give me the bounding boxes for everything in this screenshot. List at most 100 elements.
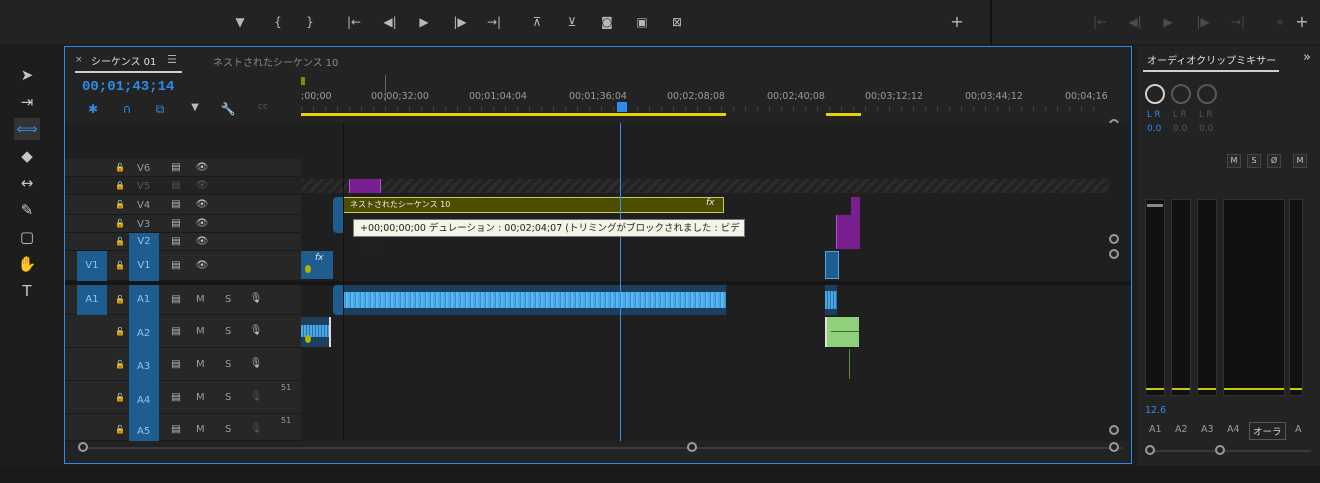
sync-lock-icon[interactable]: ▤ bbox=[169, 424, 183, 436]
eye-icon[interactable]: 👁 bbox=[195, 260, 209, 272]
solo-button[interactable]: S bbox=[225, 392, 231, 403]
audio-clip[interactable] bbox=[343, 285, 726, 315]
fader-level-value[interactable]: 12.6 bbox=[1145, 405, 1166, 416]
microphone-icon[interactable]: 🎙 bbox=[249, 358, 263, 370]
sync-lock-icon[interactable]: ▤ bbox=[169, 218, 183, 230]
sync-lock-icon[interactable]: ▤ bbox=[169, 180, 183, 192]
close-tab-icon[interactable]: × bbox=[75, 55, 83, 65]
solo-button[interactable]: S bbox=[225, 294, 231, 305]
mark-out-icon[interactable]: } bbox=[300, 12, 320, 32]
source-play-icon[interactable]: ▶ bbox=[1158, 12, 1178, 32]
source-step-back-icon[interactable]: ◀| bbox=[1125, 12, 1145, 32]
mute-button[interactable]: M bbox=[1227, 154, 1241, 168]
hand-tool-icon[interactable]: ✋ bbox=[14, 253, 40, 275]
razor-tool-icon[interactable]: ◆ bbox=[14, 145, 40, 167]
add-button[interactable]: + bbox=[947, 12, 967, 32]
proxy-toggle-icon[interactable]: ⊠ bbox=[667, 12, 687, 32]
snap-icon[interactable]: ∩ bbox=[119, 102, 135, 116]
mixer-scrollbar[interactable] bbox=[1151, 450, 1311, 452]
mute-button[interactable]: M bbox=[1293, 154, 1307, 168]
source-patch-v1[interactable]: V1 bbox=[77, 251, 107, 281]
pan-value[interactable]: 0.0 bbox=[1147, 124, 1161, 134]
audio-clip[interactable] bbox=[301, 317, 331, 347]
solo-button[interactable]: S bbox=[225, 359, 231, 370]
target-v2[interactable]: V2 bbox=[129, 233, 159, 251]
v1-clip[interactable]: fx bbox=[301, 251, 333, 279]
step-back-icon[interactable]: ◀| bbox=[380, 12, 400, 32]
captions-icon[interactable]: cc bbox=[255, 102, 271, 112]
trim-handle[interactable] bbox=[333, 197, 343, 233]
mixer-scroll-end[interactable] bbox=[1215, 445, 1225, 455]
add-marker-icon[interactable]: ▼ bbox=[187, 102, 203, 113]
eye-icon[interactable]: 👁 bbox=[195, 236, 209, 248]
pan-value[interactable]: 0.0 bbox=[1173, 124, 1187, 134]
mute-button[interactable]: M bbox=[196, 392, 205, 403]
eye-icon[interactable]: 👁 bbox=[195, 218, 209, 230]
target-v1[interactable]: V1 bbox=[129, 251, 159, 281]
solo-button[interactable]: S bbox=[225, 326, 231, 337]
microphone-icon[interactable]: 🎙 bbox=[249, 423, 263, 435]
sync-lock-icon[interactable]: ▤ bbox=[169, 326, 183, 338]
lock-icon[interactable]: 🔒 bbox=[115, 181, 125, 191]
fader-a5[interactable] bbox=[1289, 199, 1303, 396]
add-marker-icon[interactable]: ▼ bbox=[230, 12, 250, 32]
tab-nested-sequence-10[interactable]: ネストされたシーケンス 10 bbox=[213, 54, 338, 69]
audio-scroll-handle-bottom[interactable] bbox=[1109, 425, 1119, 435]
mute-button[interactable]: M bbox=[196, 359, 205, 370]
source-go-to-in-icon[interactable]: |← bbox=[1090, 12, 1110, 32]
source-more-button[interactable]: » bbox=[1270, 12, 1290, 32]
source-patch-a1[interactable]: A1 bbox=[77, 285, 107, 315]
mute-button[interactable]: M bbox=[196, 294, 205, 305]
fader-a3[interactable] bbox=[1197, 199, 1217, 396]
lock-icon[interactable]: 🔓 bbox=[115, 360, 125, 370]
pan-knob-a3[interactable] bbox=[1197, 84, 1217, 104]
go-to-out-icon[interactable]: →| bbox=[484, 12, 504, 32]
horizontal-scroll-end[interactable] bbox=[687, 442, 697, 452]
playhead-line[interactable] bbox=[620, 123, 621, 441]
sync-lock-icon[interactable]: ▤ bbox=[169, 260, 183, 272]
horizontal-scroll-right[interactable] bbox=[1109, 442, 1119, 452]
lock-icon[interactable]: 🔓 bbox=[115, 327, 125, 337]
source-add-button[interactable]: + bbox=[1292, 12, 1312, 32]
playhead-handle[interactable] bbox=[617, 102, 627, 112]
timeline-settings-icon[interactable]: 🔧 bbox=[220, 102, 236, 116]
audio-clip[interactable] bbox=[825, 285, 837, 315]
ripple-edit-tool-icon[interactable]: ⟺ bbox=[14, 118, 40, 140]
sync-lock-icon[interactable]: ▤ bbox=[169, 162, 183, 174]
solo-button[interactable]: S bbox=[1247, 154, 1261, 168]
lift-icon[interactable]: ⊼ bbox=[527, 12, 547, 32]
slip-tool-icon[interactable]: ↔ bbox=[14, 172, 40, 194]
source-go-to-out-icon[interactable]: →| bbox=[1228, 12, 1248, 32]
linked-selection-icon[interactable]: ⧉ bbox=[152, 102, 168, 117]
play-icon[interactable]: ▶ bbox=[414, 12, 434, 32]
sync-lock-icon[interactable]: ▤ bbox=[169, 392, 183, 404]
export-frame-icon[interactable]: ◙ bbox=[597, 12, 617, 32]
pen-tool-icon[interactable]: ✎ bbox=[14, 199, 40, 221]
type-tool-icon[interactable]: T bbox=[14, 280, 40, 302]
trim-handle[interactable] bbox=[333, 285, 343, 315]
sync-lock-icon[interactable]: ▤ bbox=[169, 294, 183, 306]
selection-tool-icon[interactable]: ➤ bbox=[14, 64, 40, 86]
microphone-icon[interactable]: 🎙 bbox=[249, 293, 263, 305]
sync-lock-icon[interactable]: ▤ bbox=[169, 236, 183, 248]
green-audio-clip[interactable] bbox=[825, 317, 859, 347]
time-ruler[interactable]: ;00;00 00;00;32;00 00;01;04;04 00;01;36;… bbox=[301, 73, 1131, 129]
mixer-scroll-start[interactable] bbox=[1145, 445, 1155, 455]
horizontal-scrollbar-track[interactable] bbox=[83, 447, 1123, 449]
purple-clip[interactable] bbox=[349, 179, 381, 193]
fader-handle[interactable] bbox=[1147, 204, 1163, 207]
eye-icon[interactable]: 👁 bbox=[195, 162, 209, 174]
lock-icon[interactable]: 🔓 bbox=[115, 295, 125, 305]
more-panels-button[interactable]: » bbox=[1303, 50, 1311, 65]
audio-scroll-handle-top[interactable] bbox=[1109, 249, 1119, 259]
tab-sequence-01[interactable]: シーケンス 01 bbox=[91, 53, 156, 68]
solo-button[interactable]: S bbox=[225, 424, 231, 435]
mute-button[interactable]: M bbox=[196, 424, 205, 435]
go-to-in-icon[interactable]: |← bbox=[344, 12, 364, 32]
step-forward-icon[interactable]: |▶ bbox=[450, 12, 470, 32]
tab-audio-clip-mixer[interactable]: オーディオクリップミキサー bbox=[1147, 52, 1276, 67]
rectangle-tool-icon[interactable]: ▢ bbox=[14, 226, 40, 248]
purple-clip[interactable] bbox=[851, 197, 860, 215]
video-scroll-handle-bottom[interactable] bbox=[1109, 234, 1119, 244]
purple-clip[interactable] bbox=[836, 215, 860, 249]
